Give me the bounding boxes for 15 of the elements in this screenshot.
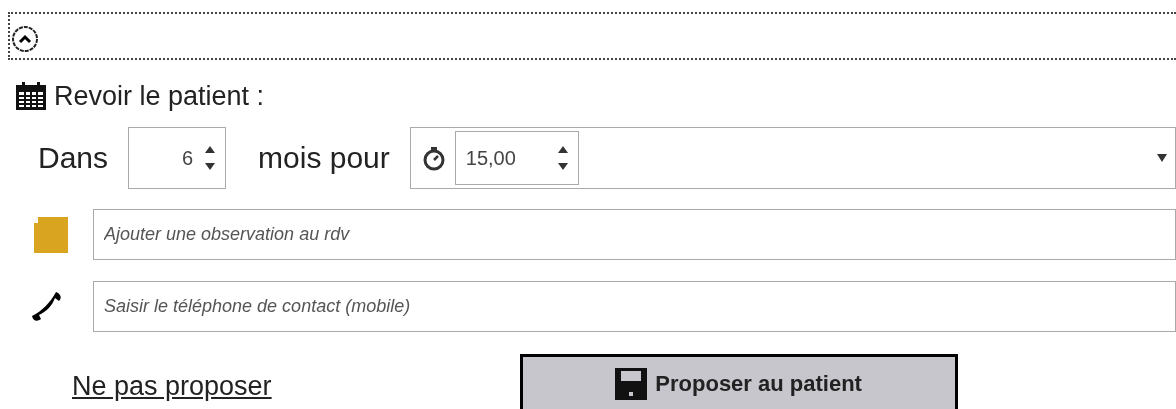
spinner-arrows[interactable]: [557, 145, 568, 170]
propose-button[interactable]: Proposer au patient: [519, 353, 958, 409]
decline-link[interactable]: Ne pas proposer: [72, 366, 272, 407]
save-icon: [615, 367, 648, 400]
text-field[interactable]: Saisir le téléphone de contact (mobile): [93, 280, 1176, 332]
months-spinner[interactable]: 6: [128, 126, 227, 189]
section-title: Revoir le patient :: [54, 80, 265, 113]
dropdown-caret-icon[interactable]: [1157, 153, 1167, 162]
calendar-icon: [16, 82, 46, 111]
collapse-icon[interactable]: [11, 25, 39, 53]
prefix-label: Dans: [38, 140, 109, 176]
duration-spinner[interactable]: 15,00: [454, 130, 579, 185]
spinner-arrows[interactable]: [205, 145, 216, 170]
duration-combo[interactable]: 15,00: [409, 126, 1176, 189]
middle-label: mois pour: [258, 140, 390, 176]
